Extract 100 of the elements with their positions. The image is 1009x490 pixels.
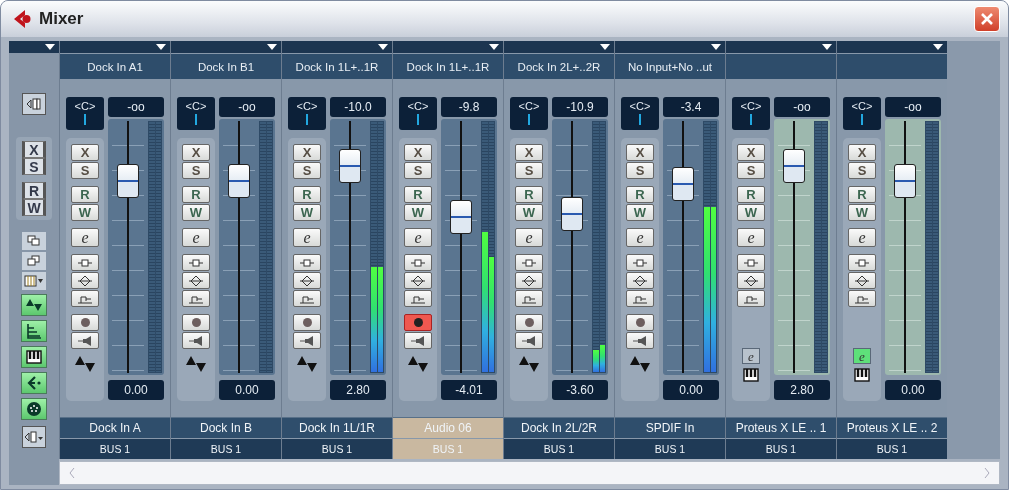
mute-button[interactable]: X — [515, 144, 543, 161]
send-icon[interactable] — [293, 290, 321, 307]
input-dropdown[interactable] — [504, 41, 614, 53]
automation-icon[interactable] — [296, 354, 318, 374]
channel-name[interactable]: Dock In B — [171, 417, 281, 438]
gain-display[interactable]: 2.80 — [330, 380, 386, 400]
mute-button[interactable]: X — [182, 144, 210, 161]
automation-icon[interactable] — [407, 354, 429, 374]
pan-display[interactable]: <C> — [177, 97, 215, 130]
monitor-icon[interactable] — [182, 332, 210, 349]
fader-handle[interactable] — [783, 149, 805, 184]
eq-icon[interactable] — [404, 272, 432, 289]
panel-toggle-icon[interactable] — [22, 93, 46, 115]
channel-name[interactable]: Proteus X LE .. 1 — [726, 417, 836, 438]
output-routing[interactable]: BUS 1 — [504, 439, 614, 459]
insert-icon[interactable] — [737, 254, 765, 271]
input-dropdown[interactable] — [393, 41, 503, 53]
gain-display[interactable]: 2.80 — [774, 380, 830, 400]
write-button[interactable]: W — [737, 204, 765, 221]
write-button[interactable]: W — [848, 204, 876, 221]
read-button[interactable]: R — [404, 186, 432, 203]
write-button[interactable]: W — [293, 204, 321, 221]
record-button[interactable] — [515, 314, 543, 331]
read-button[interactable]: R — [182, 186, 210, 203]
pan-display[interactable]: <C> — [66, 97, 104, 130]
piano-icon[interactable] — [743, 368, 759, 382]
gain-display[interactable]: -3.60 — [552, 380, 608, 400]
input-dropdown[interactable] — [726, 41, 836, 53]
fader-handle[interactable] — [894, 164, 916, 199]
piano-icon[interactable] — [21, 346, 47, 368]
automation-icon[interactable] — [21, 294, 47, 316]
channel-name[interactable]: Dock In 2L/2R — [504, 417, 614, 438]
automation-icon[interactable] — [518, 354, 540, 374]
volume-display[interactable]: -oo — [219, 97, 275, 117]
read-button[interactable]: R — [515, 186, 543, 203]
eq-icon[interactable] — [293, 272, 321, 289]
channel-name[interactable]: Dock In 1L/1R — [282, 417, 392, 438]
record-button[interactable] — [182, 314, 210, 331]
record-button[interactable] — [404, 314, 432, 331]
input-dropdown[interactable] — [60, 41, 170, 53]
fader-handle[interactable] — [561, 197, 583, 232]
pan-display[interactable]: <C> — [288, 97, 326, 130]
write-button[interactable]: W — [404, 204, 432, 221]
automation-icon[interactable] — [185, 354, 207, 374]
send-icon[interactable] — [515, 290, 543, 307]
channel-name[interactable]: SPDIF In — [615, 417, 725, 438]
input-selector[interactable]: Dock In 1L+..1R — [393, 54, 503, 79]
fader-handle[interactable] — [117, 164, 139, 199]
piano-icon[interactable] — [854, 368, 870, 382]
write-button[interactable]: W — [515, 204, 543, 221]
input-dropdown[interactable] — [837, 41, 947, 53]
output-routing[interactable]: BUS 1 — [837, 439, 947, 459]
volume-display[interactable]: -10.0 — [330, 97, 386, 117]
edit-button[interactable]: e — [71, 228, 99, 247]
insert-icon[interactable] — [293, 254, 321, 271]
input-dropdown[interactable] — [171, 41, 281, 53]
fader-handle[interactable] — [228, 164, 250, 199]
fader-handle[interactable] — [672, 167, 694, 201]
solo-button[interactable]: S — [293, 162, 321, 179]
read-button[interactable]: R — [626, 186, 654, 203]
pan-display[interactable]: <C> — [510, 97, 548, 130]
send-icon[interactable] — [737, 290, 765, 307]
insert-icon[interactable] — [71, 254, 99, 271]
routing-icon[interactable] — [21, 372, 47, 394]
output-routing[interactable]: BUS 1 — [615, 439, 725, 459]
solo-button[interactable]: S — [404, 162, 432, 179]
input-dropdown[interactable] — [615, 41, 725, 53]
channel-name[interactable]: Proteus X LE .. 2 — [837, 417, 947, 438]
channel-name[interactable]: Dock In A — [60, 417, 170, 438]
edit-button[interactable]: e — [182, 228, 210, 247]
input-selector[interactable] — [837, 54, 947, 79]
write-button[interactable]: W — [182, 204, 210, 221]
record-button[interactable] — [293, 314, 321, 331]
input-dropdown[interactable] — [282, 41, 392, 53]
monitor-icon[interactable] — [71, 332, 99, 349]
mute-button[interactable]: X — [737, 144, 765, 161]
input-selector[interactable]: Dock In 2L+..2R — [504, 54, 614, 79]
read-button[interactable]: R — [293, 186, 321, 203]
edit-button[interactable]: e — [515, 228, 543, 247]
solo-button[interactable]: S — [515, 162, 543, 179]
solo-button[interactable]: S — [848, 162, 876, 179]
gain-display[interactable]: 0.00 — [885, 380, 941, 400]
monitor-icon[interactable] — [404, 332, 432, 349]
fader-handle[interactable] — [339, 149, 361, 184]
eq-icon[interactable] — [71, 272, 99, 289]
columns-menu-icon[interactable] — [22, 272, 46, 290]
mute-button[interactable]: X — [404, 144, 432, 161]
global-toggle-button[interactable]: R — [22, 182, 46, 199]
input-selector[interactable] — [726, 54, 836, 79]
gain-display[interactable]: 0.00 — [663, 380, 719, 400]
output-routing[interactable]: BUS 1 — [282, 439, 392, 459]
eq-icon[interactable] — [737, 272, 765, 289]
pan-display[interactable]: <C> — [843, 97, 881, 130]
instrument-edit-button[interactable]: e — [742, 348, 760, 364]
global-toggle-button[interactable]: X — [22, 141, 46, 158]
equalizer-icon[interactable] — [21, 320, 47, 342]
instrument-edit-button[interactable]: e — [853, 348, 871, 364]
panel-menu-icon[interactable] — [22, 426, 46, 448]
copy-icon[interactable] — [22, 232, 46, 250]
edit-button[interactable]: e — [848, 228, 876, 247]
